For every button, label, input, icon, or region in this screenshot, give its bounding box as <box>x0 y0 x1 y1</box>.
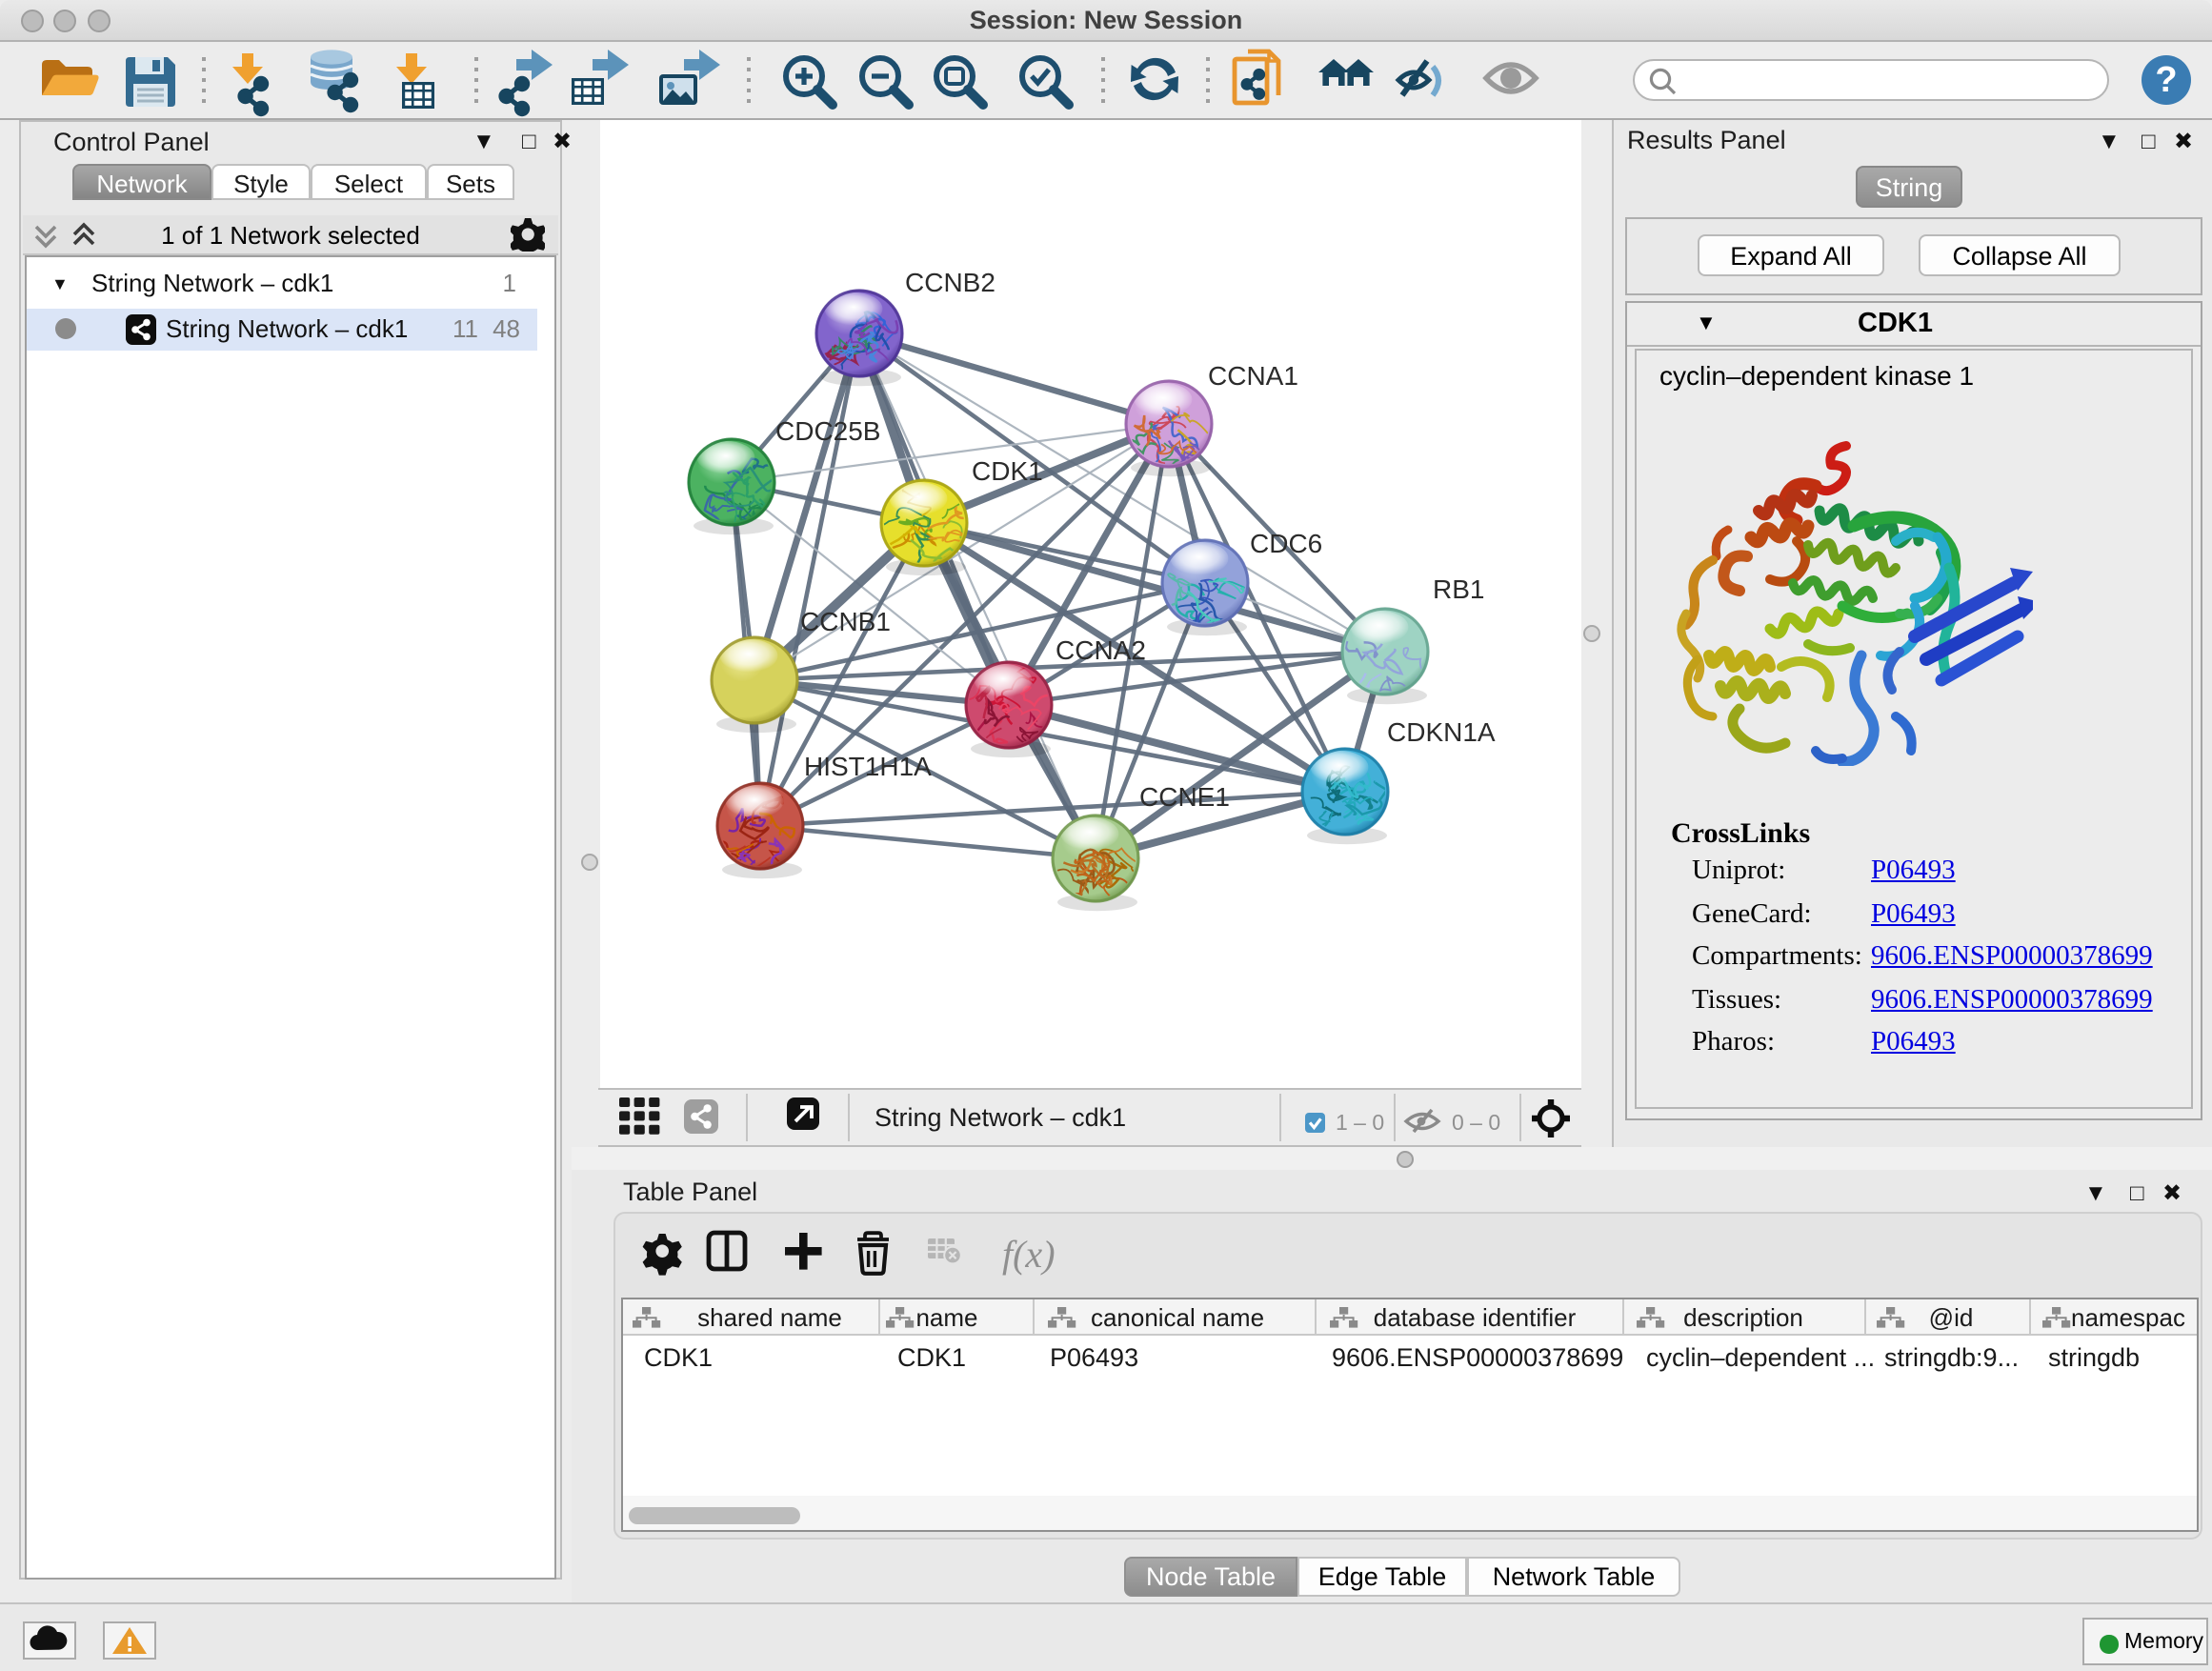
svg-text:HIST1H1A: HIST1H1A <box>804 752 932 781</box>
svg-text:CCNA1: CCNA1 <box>1208 361 1298 391</box>
svg-text:CCNB1: CCNB1 <box>800 607 891 636</box>
svg-text:String Network – cdk1: String Network – cdk1 <box>875 1103 1126 1132</box>
svg-text:CDK1: CDK1 <box>897 1343 966 1372</box>
svg-text:?: ? <box>2155 60 2177 100</box>
svg-text:@id: @id <box>1929 1303 1974 1332</box>
svg-text:canonical name: canonical name <box>1091 1303 1264 1332</box>
svg-text:CDC6: CDC6 <box>1250 529 1322 558</box>
svg-text:P06493: P06493 <box>1050 1343 1138 1372</box>
svg-text:1 – 0: 1 – 0 <box>1336 1110 1384 1135</box>
svg-text:0 – 0: 0 – 0 <box>1452 1110 1500 1135</box>
svg-text:stringdb: stringdb <box>2048 1343 2140 1372</box>
svg-text:CDK1: CDK1 <box>972 456 1043 486</box>
svg-text:namespac: namespac <box>2071 1303 2185 1332</box>
svg-text:CCNE1: CCNE1 <box>1139 782 1230 812</box>
svg-text:stringdb:9...: stringdb:9... <box>1884 1343 2019 1372</box>
svg-text:CCNB2: CCNB2 <box>905 268 995 297</box>
svg-text:RB1: RB1 <box>1433 574 1484 604</box>
svg-text:shared name: shared name <box>697 1303 842 1332</box>
svg-text:cyclin–dependent ...: cyclin–dependent ... <box>1646 1343 1875 1372</box>
svg-text:9606.ENSP00000378699: 9606.ENSP00000378699 <box>1332 1343 1623 1372</box>
svg-text:f(x): f(x) <box>1002 1233 1056 1276</box>
svg-text:CDKN1A: CDKN1A <box>1387 717 1496 747</box>
svg-text:database identifier: database identifier <box>1374 1303 1577 1332</box>
svg-text:CDK1: CDK1 <box>644 1343 713 1372</box>
svg-text:CDC25B: CDC25B <box>775 416 880 446</box>
svg-text:CCNA2: CCNA2 <box>1056 635 1146 665</box>
svg-text:name: name <box>915 1303 977 1332</box>
svg-text:description: description <box>1683 1303 1803 1332</box>
